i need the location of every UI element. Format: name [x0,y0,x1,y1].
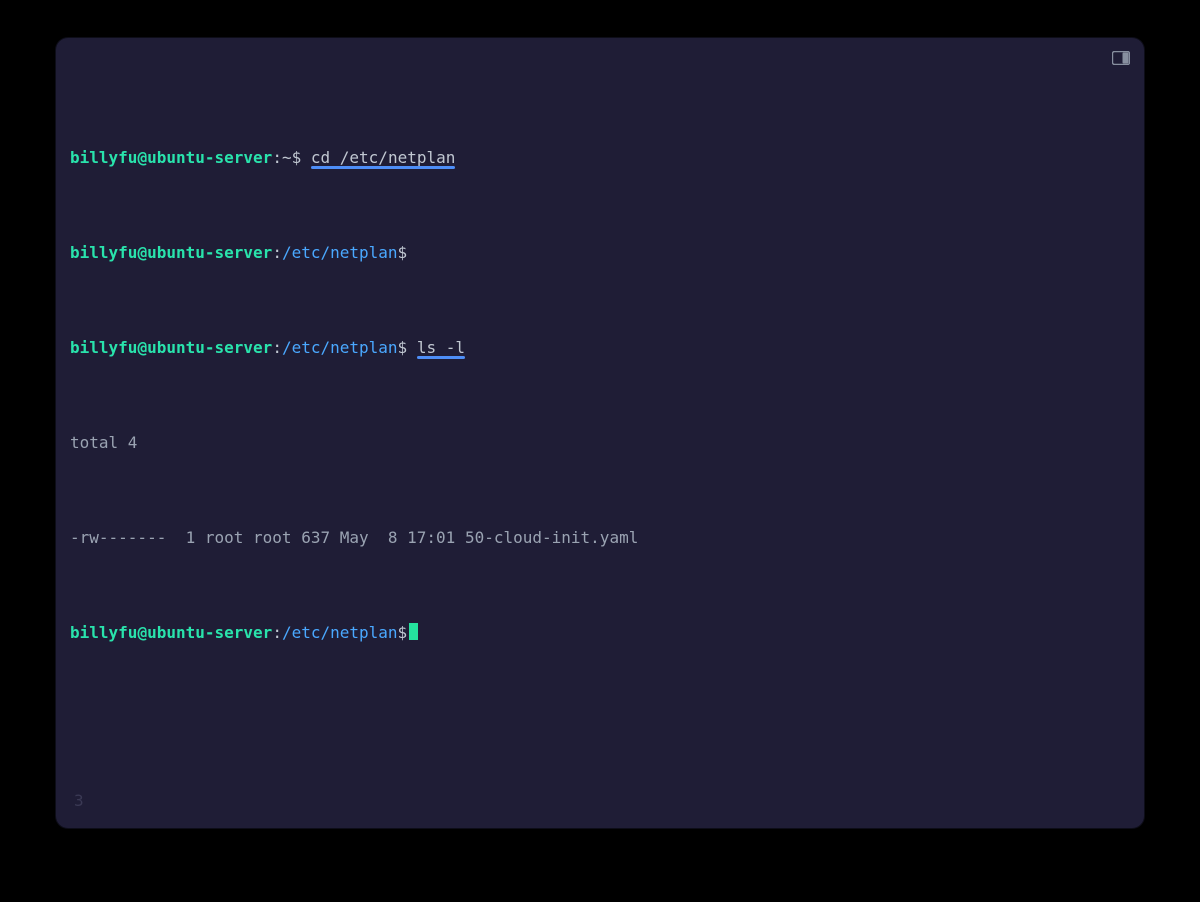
prompt-user: billyfu [70,338,137,357]
cmd-space [301,148,311,167]
prompt-user: billyfu [70,148,137,167]
prompt-at: @ [137,338,147,357]
prompt-user: billyfu [70,623,137,642]
command-text: cd /etc/netplan [311,148,456,167]
terminal-line: total 4 [70,433,1130,452]
prompt-host: ubuntu-server [147,623,272,642]
prompt-host: ubuntu-server [147,148,272,167]
footer-hint: 3 [74,791,84,810]
prompt-colon: : [272,243,282,262]
cursor-block [409,623,418,640]
prompt-at: @ [137,243,147,262]
prompt-host: ubuntu-server [147,243,272,262]
prompt-dollar: $ [398,623,408,642]
terminal-line: billyfu@ubuntu-server:/etc/netplan$ [70,243,1130,262]
terminal-window[interactable]: billyfu@ubuntu-server:~$ cd /etc/netplan… [56,38,1144,828]
terminal-output[interactable]: billyfu@ubuntu-server:~$ cd /etc/netplan… [70,72,1130,699]
prompt-at: @ [137,148,147,167]
prompt-dollar: $ [398,243,408,262]
terminal-line: billyfu@ubuntu-server:/etc/netplan$ ls -… [70,338,1130,357]
terminal-line: billyfu@ubuntu-server:/etc/netplan$ [70,623,1130,642]
prompt-cwd-path: /etc/netplan [282,623,398,642]
highlight-cmd-1: cd /etc/netplan [311,148,456,167]
prompt-dollar: $ [292,148,302,167]
prompt-cwd-path: /etc/netplan [282,338,398,357]
prompt-cwd-path: /etc/netplan [282,243,398,262]
prompt-at: @ [137,623,147,642]
prompt-colon: : [272,623,282,642]
ls-entry: -rw------- 1 root root 637 May 8 17:01 5… [70,528,638,547]
prompt-colon: : [272,148,282,167]
highlight-cmd-2: ls -l [417,338,465,357]
terminal-line: billyfu@ubuntu-server:~$ cd /etc/netplan [70,148,1130,167]
prompt-user: billyfu [70,243,137,262]
prompt-cwd-home: ~ [282,148,292,167]
cmd-space [407,338,417,357]
ls-total: total 4 [70,433,137,452]
prompt-dollar: $ [398,338,408,357]
terminal-line: -rw------- 1 root root 637 May 8 17:01 5… [70,528,1130,547]
panel-split-icon[interactable] [1112,50,1130,64]
prompt-host: ubuntu-server [147,338,272,357]
command-text: ls -l [417,338,465,357]
prompt-colon: : [272,338,282,357]
